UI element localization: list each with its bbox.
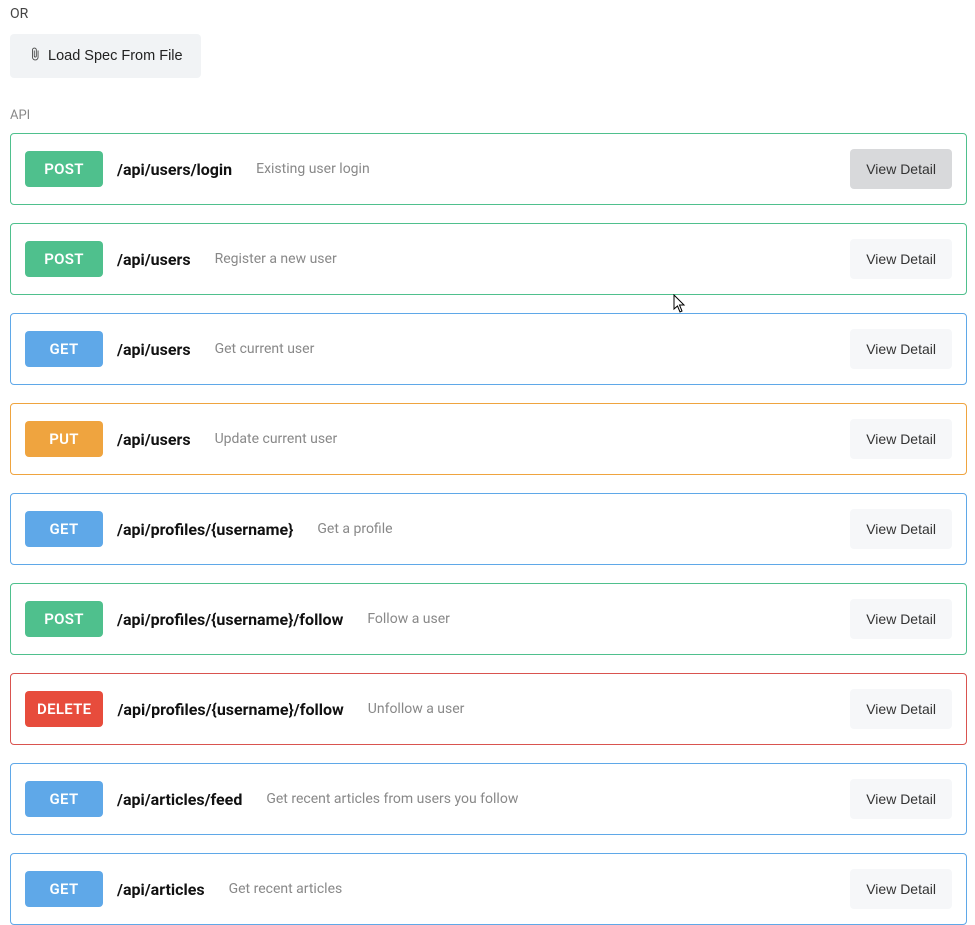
endpoint-description: Follow a user	[367, 611, 838, 627]
endpoint-row[interactable]: GET/api/users Get current user View Detail	[10, 313, 967, 385]
endpoint-path: /api/users	[117, 340, 191, 359]
load-spec-button[interactable]: Load Spec From File	[10, 34, 201, 78]
view-detail-button[interactable]: View Detail	[850, 239, 952, 279]
http-method-badge: GET	[25, 511, 103, 547]
http-method-badge: POST	[25, 241, 103, 277]
endpoint-row[interactable]: POST/api/users Register a new user View De…	[10, 223, 967, 295]
view-detail-button[interactable]: View Detail	[850, 869, 952, 909]
http-method-badge: GET	[25, 331, 103, 367]
endpoint-list: POST/api/users/login Existing user login V…	[10, 133, 967, 925]
endpoint-description: Get a profile	[317, 521, 838, 537]
http-method-badge: PUT	[25, 421, 103, 457]
view-detail-button[interactable]: View Detail	[850, 689, 952, 729]
endpoint-row[interactable]: GET/api/articles/feed Get recent articles…	[10, 763, 967, 835]
endpoint-path: /api/users	[117, 250, 191, 269]
attachment-icon	[28, 46, 42, 66]
endpoint-description: Register a new user	[215, 251, 839, 267]
view-detail-button[interactable]: View Detail	[850, 419, 952, 459]
endpoint-path: /api/users	[117, 430, 191, 449]
api-section-label: API	[10, 108, 967, 123]
load-spec-label: Load Spec From File	[48, 48, 183, 64]
endpoint-row[interactable]: DELETE/api/profiles/{username}/follow Unf…	[10, 673, 967, 745]
endpoint-path: /api/users/login	[117, 160, 232, 179]
endpoint-description: Existing user login	[256, 161, 838, 177]
endpoint-description: Get recent articles from users you follo…	[266, 791, 838, 807]
endpoint-path: /api/profiles/{username}	[117, 520, 293, 539]
endpoint-row[interactable]: POST/api/profiles/{username}/follow Follo…	[10, 583, 967, 655]
endpoint-description: Unfollow a user	[368, 701, 838, 717]
http-method-badge: GET	[25, 781, 103, 817]
view-detail-button[interactable]: View Detail	[850, 599, 952, 639]
http-method-badge: DELETE	[25, 691, 103, 727]
view-detail-button[interactable]: View Detail	[850, 779, 952, 819]
endpoint-path: /api/articles/feed	[117, 790, 242, 809]
view-detail-button[interactable]: View Detail	[850, 509, 952, 549]
endpoint-description: Get recent articles	[229, 881, 839, 897]
or-label: OR	[10, 6, 967, 22]
endpoint-row[interactable]: GET/api/articles Get recent articles View …	[10, 853, 967, 925]
http-method-badge: POST	[25, 601, 103, 637]
endpoint-description: Update current user	[215, 431, 839, 447]
endpoint-path: /api/profiles/{username}/follow	[117, 700, 343, 719]
endpoint-path: /api/profiles/{username}/follow	[117, 610, 343, 629]
endpoint-row[interactable]: PUT/api/users Update current user View Det…	[10, 403, 967, 475]
http-method-badge: POST	[25, 151, 103, 187]
http-method-badge: GET	[25, 871, 103, 907]
view-detail-button[interactable]: View Detail	[850, 329, 952, 369]
endpoint-row[interactable]: GET/api/profiles/{username} Get a profile…	[10, 493, 967, 565]
endpoint-row[interactable]: POST/api/users/login Existing user login V…	[10, 133, 967, 205]
view-detail-button[interactable]: View Detail	[850, 149, 952, 189]
endpoint-path: /api/articles	[117, 880, 205, 899]
endpoint-description: Get current user	[215, 341, 839, 357]
